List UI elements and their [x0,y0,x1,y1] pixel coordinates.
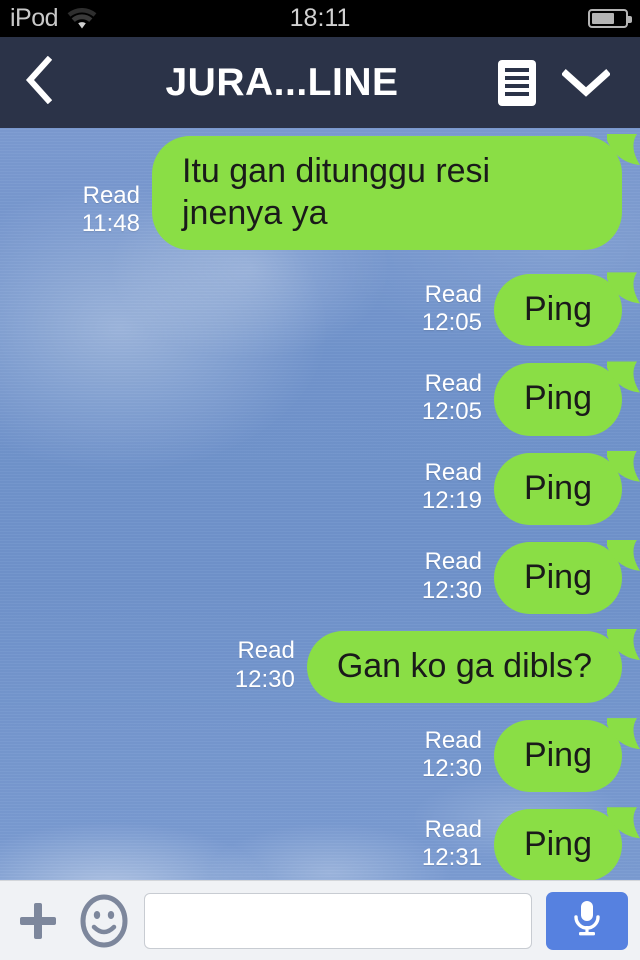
message-row: Read 12:30 Ping [0,720,640,793]
message-timestamp: 12:30 [421,754,482,782]
read-status-label: Read [424,815,482,843]
read-status-label: Read [424,726,482,754]
voice-record-button[interactable] [546,891,628,950]
message-meta: Read 11:48 [82,182,140,239]
read-status-label: Read [82,181,140,209]
status-bar: iPod 18:11 [0,0,640,37]
status-bar-right [588,0,632,37]
chevron-left-icon [24,55,53,109]
message-input[interactable] [144,892,532,949]
message-bubble[interactable]: Ping [493,363,622,436]
message-meta: Read 12:19 [422,459,482,516]
microphone-icon [569,898,605,943]
message-meta: Read 12:31 [422,816,482,873]
chat-screen: iPod 18:11 JURA...LINE Read 11:48 Itu ga… [0,0,640,960]
read-status-label: Read [424,548,482,576]
message-bubble[interactable]: Itu gan ditunggu resi jnenya ya [152,136,622,251]
read-status-label: Read [424,459,482,487]
message-meta: Read 12:30 [422,727,482,784]
message-bubble[interactable]: Ping [493,809,622,880]
smiley-face-icon[interactable] [78,894,130,947]
message-timestamp: 12:30 [421,576,482,604]
message-scroll-area[interactable]: Read 11:48 Itu gan ditunggu resi jnenya ya… [0,128,640,880]
message-timestamp: 12:05 [421,398,482,426]
message-row: Read 12:30 Gan ko ga dibls? [0,630,640,704]
chevron-down-icon[interactable] [562,68,610,98]
read-status-label: Read [424,370,482,397]
navigation-actions [498,59,640,106]
message-row: Read 11:48 Itu gan ditunggu resi jnenya ya [0,136,640,251]
list-document-icon[interactable] [498,59,536,106]
clock-label: 18:11 [289,4,351,32]
message-row: Read 12:30 Ping [0,541,640,614]
message-timestamp: 12:31 [421,844,482,872]
navigation-bar: JURA...LINE [0,37,640,128]
message-meta: Read 12:05 [422,370,482,427]
carrier-label: iPod [10,4,59,32]
message-timestamp: 12:19 [421,487,482,515]
message-bubble[interactable]: Gan ko ga dibls? [306,630,622,704]
message-timestamp: 11:48 [81,210,140,237]
read-status-label: Read [424,280,482,308]
message-timestamp: 12:05 [421,309,482,337]
back-button[interactable] [0,37,76,128]
message-meta: Read 12:05 [422,281,482,338]
plus-icon[interactable] [12,895,64,947]
read-status-label: Read [237,637,295,665]
message-row: Read 12:31 Ping [0,809,640,880]
message-row: Read 12:05 Ping [0,274,640,347]
message-input-bar [0,880,640,960]
message-bubble[interactable]: Ping [493,541,622,614]
message-meta: Read 12:30 [235,637,295,694]
message-list: Read 11:48 Itu gan ditunggu resi jnenya ya… [0,128,640,880]
message-bubble[interactable]: Ping [493,720,622,793]
message-row: Read 12:05 Ping [0,363,640,436]
message-meta: Read 12:30 [422,548,482,605]
page-title: JURA...LINE [165,60,399,104]
message-bubble[interactable]: Ping [493,274,622,347]
message-timestamp: 12:30 [234,665,295,693]
message-bubble[interactable]: Ping [493,452,622,525]
battery-icon [588,9,632,28]
wifi-icon [67,7,97,30]
message-row: Read 12:19 Ping [0,452,640,525]
status-bar-left: iPod [0,6,97,31]
